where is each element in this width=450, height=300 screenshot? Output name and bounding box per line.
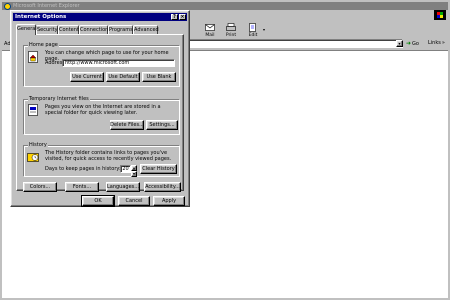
tab-programs[interactable]: Programs [108,25,133,34]
use-current-button[interactable]: Use Current [70,72,104,82]
mail-icon [205,24,215,31]
temp-files-group-label: Temporary Internet files [28,96,90,102]
print-icon [226,23,236,31]
edit-button[interactable]: Edit [243,23,263,38]
home-page-address-value: http://www.microsoft.com [65,60,130,66]
mail-label: Mail [205,33,215,38]
ie-throbber-icon [434,10,446,20]
cancel-button[interactable]: Cancel [118,196,150,206]
general-tab-panel: Home page You can change which page to u… [16,34,184,192]
delete-files-button[interactable]: Delete Files... [110,120,144,130]
links-button[interactable]: Links » [428,40,445,46]
home-page-icon [28,51,38,63]
use-blank-button[interactable]: Use Blank [142,72,176,82]
links-label: Links [428,40,441,46]
dialog-title: Internet Options [15,14,67,20]
address-bar-input[interactable] [178,39,403,48]
accessibility-button[interactable]: Accessibility... [144,182,181,192]
tab-security[interactable]: Security [36,25,58,34]
print-label: Print [225,33,237,38]
temp-files-group: Temporary Internet files Pages you view … [23,96,180,135]
close-icon: × [180,14,185,20]
edit-label: Edit [248,33,258,38]
temp-settings-button[interactable]: Settings... [146,120,178,130]
home-page-group-label: Home page [28,42,59,48]
tab-general[interactable]: General [16,24,37,35]
history-group-label: History [28,142,48,148]
days-label: Days to keep pages in history: [45,166,121,172]
go-arrow-icon: ➜ [406,40,412,47]
languages-button[interactable]: Languages... [106,182,140,192]
print-button[interactable]: Print [221,23,241,38]
help-button[interactable]: ? [171,14,178,20]
ok-button[interactable]: OK [82,196,114,206]
history-description: The History folder contains links to pag… [45,150,172,162]
browser-title: Microsoft Internet Explorer [13,3,80,9]
days-spinner[interactable]: ▲ ▼ [131,165,137,177]
apply-button[interactable]: Apply [153,196,185,206]
days-input[interactable]: 20 [120,165,131,173]
edit-icon [249,23,256,32]
history-group: History The History folder contains link… [23,142,180,177]
edit-dropdown-icon[interactable]: ▾ [263,27,265,32]
browser-title-bar: Microsoft Internet Explorer [2,2,448,10]
close-button[interactable]: × [179,14,186,20]
internet-options-dialog: Internet Options ? × General Security Co… [10,10,190,207]
go-button[interactable]: ➜ Go [406,40,419,47]
spin-down-icon[interactable]: ▼ [131,171,137,177]
mail-button[interactable]: Mail [200,23,220,38]
history-icon [27,153,39,162]
clear-history-button[interactable]: Clear History [140,164,177,174]
go-label: Go [412,40,419,47]
address-dropdown-button[interactable]: ▾ [396,40,403,47]
browser-app-icon [4,2,11,10]
home-page-group: Home page You can change which page to u… [23,42,180,87]
home-page-address-input[interactable]: http://www.microsoft.com [62,59,175,67]
tab-advanced[interactable]: Advanced [133,25,159,34]
days-value: 20 [122,166,129,172]
temp-files-description: Pages you view on the Internet are store… [45,104,161,116]
use-default-button[interactable]: Use Default [106,72,140,82]
fonts-button[interactable]: Fonts... [65,182,99,192]
tab-connections[interactable]: Connections [79,25,111,34]
dialog-title-bar: Internet Options ? × [13,13,187,21]
tab-content[interactable]: Content [58,25,79,34]
temp-files-icon [28,104,38,116]
links-chevron-icon: » [441,40,445,46]
colors-button[interactable]: Colors... [23,182,57,192]
